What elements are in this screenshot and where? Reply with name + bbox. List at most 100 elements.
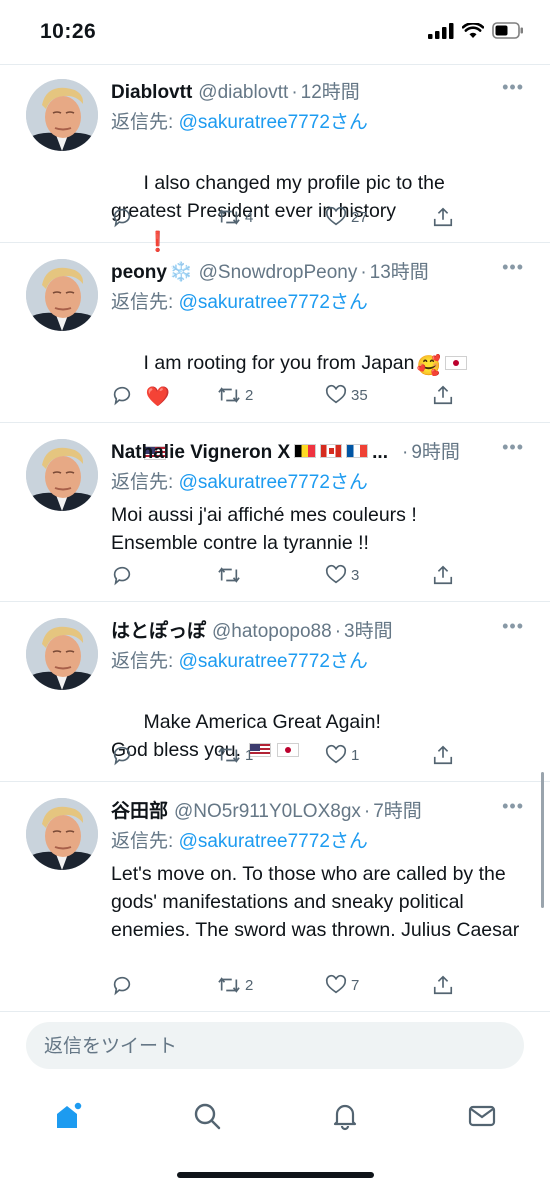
retweet-button[interactable]: 4 bbox=[217, 206, 253, 228]
more-options-icon[interactable]: ••• bbox=[502, 616, 524, 637]
reply-icon bbox=[113, 746, 131, 766]
tweet-time[interactable]: 3時間 bbox=[344, 616, 393, 643]
reply-button[interactable] bbox=[111, 384, 133, 406]
author-name[interactable]: 谷田部 bbox=[111, 796, 168, 823]
home-icon bbox=[57, 1101, 83, 1128]
reply-suffix: さん bbox=[329, 651, 368, 672]
reply-composer[interactable] bbox=[26, 1022, 524, 1071]
avatar[interactable] bbox=[26, 259, 98, 331]
like-button[interactable]: 7 bbox=[325, 974, 359, 996]
author-handle[interactable]: @hatopopo88 bbox=[212, 621, 332, 643]
reply-suffix: さん bbox=[329, 472, 368, 493]
notifications-icon bbox=[333, 1104, 357, 1131]
scrollbar[interactable] bbox=[541, 772, 544, 908]
like-button[interactable]: 35 bbox=[325, 384, 368, 406]
reply-input[interactable] bbox=[42, 1022, 506, 1071]
tweet[interactable]: Diablovtt @diablovtt · 12時間 ••• 返信先: @sa… bbox=[0, 65, 550, 253]
like-count: 1 bbox=[351, 746, 360, 764]
more-options-icon[interactable]: ••• bbox=[502, 437, 524, 458]
tweet[interactable]: 谷田部 @NO5r911Y0LOX8gx · 7時間 ••• 返信先: @sak… bbox=[0, 782, 550, 1012]
avatar[interactable] bbox=[26, 79, 98, 151]
share-button[interactable] bbox=[432, 974, 454, 996]
avatar[interactable] bbox=[26, 618, 98, 690]
more-options-icon[interactable]: ••• bbox=[502, 257, 524, 278]
separator-dot: · bbox=[363, 801, 371, 822]
tweet[interactable]: はとぽっぽ @hatopopo88 · 3時間 ••• 返信先: @sakura… bbox=[0, 602, 550, 782]
tweet-actions: 4 27 bbox=[111, 206, 461, 230]
avatar[interactable] bbox=[26, 798, 98, 870]
retweet-button[interactable] bbox=[217, 564, 245, 586]
retweet-button[interactable]: 2 bbox=[217, 384, 253, 406]
belgium-flag-icon bbox=[294, 444, 317, 458]
tweet-time[interactable]: 13時間 bbox=[370, 257, 429, 284]
author-handle[interactable]: @diablovtt bbox=[198, 82, 288, 104]
retweet-button[interactable]: 1 bbox=[217, 744, 253, 766]
profile-photo bbox=[26, 798, 98, 870]
messages-icon bbox=[468, 1105, 496, 1127]
reply-mention[interactable]: @sakuratree7772 bbox=[179, 831, 330, 852]
tweet[interactable]: Nathalie Vigneron X ... · 9時間 ••• 返信先: @… bbox=[0, 423, 550, 602]
search-icon bbox=[194, 1103, 221, 1130]
retweet-count: 2 bbox=[245, 386, 254, 404]
name-truncation: ... bbox=[372, 442, 388, 463]
like-button[interactable]: 1 bbox=[325, 744, 359, 766]
tweet-actions: 1 1 bbox=[111, 744, 461, 768]
author-handle[interactable]: @SnowdropPeony bbox=[199, 262, 358, 284]
profile-photo bbox=[26, 618, 98, 690]
like-icon bbox=[325, 564, 347, 584]
separator-dot: · bbox=[334, 621, 342, 642]
reply-button[interactable] bbox=[111, 206, 133, 228]
tab-search[interactable] bbox=[187, 1096, 227, 1136]
like-icon bbox=[325, 974, 347, 994]
reply-mention[interactable]: @sakuratree7772 bbox=[179, 292, 330, 313]
reply-suffix: さん bbox=[329, 831, 368, 852]
reply-button[interactable] bbox=[111, 564, 133, 586]
share-icon bbox=[433, 385, 453, 405]
author-name[interactable]: はとぽっぽ bbox=[111, 616, 206, 643]
more-options-icon[interactable]: ••• bbox=[502, 77, 524, 98]
like-button[interactable]: 27 bbox=[325, 206, 368, 228]
reply-to-line: 返信先: @sakuratree7772さん bbox=[111, 107, 368, 134]
like-count: 27 bbox=[351, 208, 368, 226]
like-icon bbox=[325, 384, 347, 404]
profile-photo bbox=[26, 439, 98, 511]
author-name[interactable]: Diablovtt bbox=[111, 82, 192, 104]
author-name[interactable]: peony bbox=[111, 262, 167, 284]
tab-home[interactable] bbox=[48, 1096, 88, 1136]
retweet-button[interactable]: 2 bbox=[217, 974, 253, 996]
tweet-time[interactable]: 7時間 bbox=[373, 796, 422, 823]
reply-to-prefix: 返信先: bbox=[111, 472, 179, 493]
reply-button[interactable] bbox=[111, 974, 133, 996]
share-button[interactable] bbox=[432, 744, 454, 766]
reply-to-prefix: 返信先: bbox=[111, 292, 179, 313]
status-time: 10:26 bbox=[40, 20, 97, 43]
author-name[interactable]: Nathalie Vigneron X bbox=[111, 442, 290, 464]
tweet[interactable]: peony ❄️ @SnowdropPeony · 13時間 ••• 返信先: … bbox=[0, 243, 550, 460]
retweet-icon bbox=[218, 747, 240, 763]
reply-mention[interactable]: @sakuratree7772 bbox=[179, 112, 330, 133]
tab-notifications[interactable] bbox=[325, 1096, 365, 1136]
share-icon bbox=[433, 745, 453, 765]
reply-button[interactable] bbox=[111, 744, 133, 766]
reply-to-prefix: 返信先: bbox=[111, 651, 179, 672]
share-button[interactable] bbox=[432, 384, 454, 406]
like-count: 3 bbox=[351, 566, 360, 584]
share-button[interactable] bbox=[432, 564, 454, 586]
avatar[interactable] bbox=[26, 439, 98, 511]
more-options-icon[interactable]: ••• bbox=[502, 796, 524, 817]
tweet-time[interactable]: 12時間 bbox=[301, 77, 360, 104]
share-button[interactable] bbox=[432, 206, 454, 228]
separator-dot: · bbox=[291, 82, 298, 103]
tweet-text: Make America Great Again! God bless you. bbox=[111, 680, 526, 792]
home-indicator[interactable] bbox=[177, 1172, 374, 1178]
reply-mention[interactable]: @sakuratree7772 bbox=[179, 651, 330, 672]
tab-messages[interactable] bbox=[462, 1096, 502, 1136]
author-handle[interactable]: @NO5r911Y0LOX8gx bbox=[174, 801, 361, 823]
like-count: 35 bbox=[351, 386, 368, 404]
tweet-time[interactable]: 9時間 bbox=[411, 437, 460, 464]
reply-icon bbox=[113, 386, 131, 406]
retweet-count: 1 bbox=[245, 746, 254, 764]
reply-suffix: さん bbox=[329, 112, 368, 133]
like-button[interactable]: 3 bbox=[325, 564, 359, 586]
reply-mention[interactable]: @sakuratree7772 bbox=[179, 472, 330, 493]
